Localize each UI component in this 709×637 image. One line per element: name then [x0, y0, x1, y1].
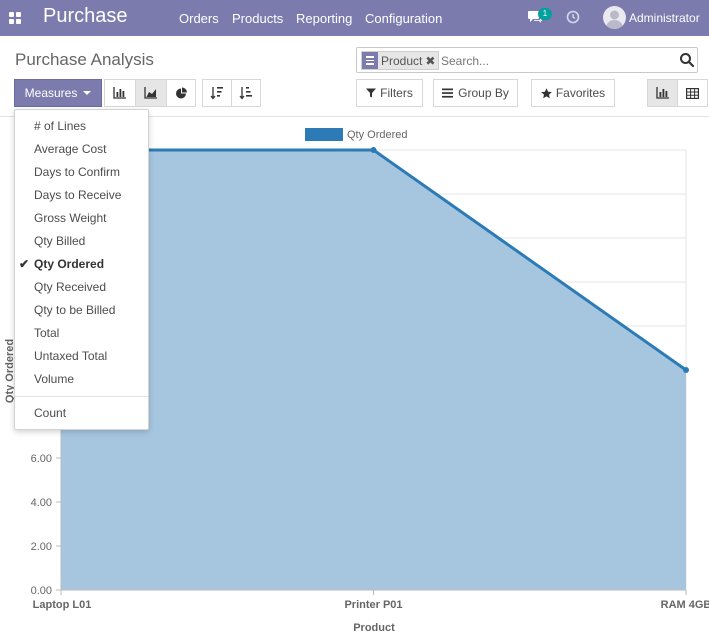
measure-item[interactable]: Qty Billed: [15, 230, 148, 252]
top-navbar: Purchase Orders Products Reporting Confi…: [0, 0, 709, 36]
pivot-view-button[interactable]: [677, 79, 708, 107]
search-bar[interactable]: Product ✖: [356, 47, 698, 73]
filters-label: Filters: [380, 86, 413, 100]
y-axis-ticks: 0.00 2.00 4.00 6.00: [31, 453, 61, 597]
filter-icon: [366, 88, 377, 98]
x-tick-label: RAM 4GB: [661, 599, 709, 611]
measure-item-label: Qty Received: [34, 280, 107, 294]
y-tick-label: 0.00: [31, 585, 52, 597]
area-chart-icon: [144, 87, 157, 99]
sort-ascending-button[interactable]: [231, 79, 261, 107]
measure-item-label: Untaxed Total: [34, 349, 108, 363]
measure-item[interactable]: Qty Received: [15, 276, 148, 298]
groupby-facet-icon: [362, 52, 378, 69]
star-icon: [541, 87, 552, 98]
caret-down-icon: [83, 91, 92, 95]
sort-descending-icon: [210, 87, 223, 100]
bar-chart-button[interactable]: [104, 79, 136, 107]
measure-item-label: Qty Billed: [34, 234, 86, 248]
measure-item[interactable]: Days to Receive: [15, 184, 148, 206]
table-icon: [686, 87, 699, 99]
legend-swatch[interactable]: [305, 128, 343, 141]
measures-button[interactable]: Measures: [14, 79, 102, 107]
measure-item-label: Days to Receive: [34, 188, 122, 202]
measure-item-label: Gross Weight: [34, 211, 107, 225]
measure-item[interactable]: Untaxed Total: [15, 345, 148, 367]
y-tick-label: 2.00: [31, 541, 52, 553]
measure-item-label: # of Lines: [34, 119, 87, 133]
search-input[interactable]: [441, 52, 671, 70]
measures-label: Measures: [24, 86, 78, 100]
menu-configuration[interactable]: Configuration: [365, 11, 442, 26]
pie-chart-icon: [175, 87, 187, 98]
clock-icon[interactable]: [566, 10, 580, 24]
app-brand: Purchase: [43, 5, 128, 27]
measure-item[interactable]: Gross Weight: [15, 207, 148, 229]
menu-orders[interactable]: Orders: [179, 11, 219, 26]
group-by-button[interactable]: Group By: [433, 79, 518, 107]
y-tick-label: 4.00: [31, 497, 52, 509]
measures-dropdown-menu: Count # of Lines Average Cost Days to Conf…: [14, 109, 149, 430]
facet-value: Product: [381, 53, 423, 68]
sort-descending-button[interactable]: [202, 79, 232, 107]
page-title: Purchase Analysis: [15, 50, 154, 69]
facet-remove-icon[interactable]: ✖: [425, 54, 438, 68]
legend-label[interactable]: Qty Ordered: [347, 129, 408, 141]
group-by-label: Group By: [458, 86, 509, 100]
data-point: [683, 367, 689, 373]
measure-item-count[interactable]: Count: [15, 402, 148, 424]
chat-counter-badge: 1: [538, 8, 552, 20]
measure-item-label: Days to Confirm: [34, 165, 121, 179]
graph-view-icon: [655, 87, 669, 99]
pie-chart-button[interactable]: [166, 79, 196, 107]
y-tick-label: 6.00: [31, 453, 52, 465]
x-tick-label: Laptop L01: [33, 599, 92, 611]
measure-item[interactable]: ✔ Qty Ordered: [15, 253, 148, 275]
menu-products[interactable]: Products: [232, 11, 283, 26]
measure-item[interactable]: Days to Confirm: [15, 161, 148, 183]
measure-item-label: Total: [34, 326, 60, 340]
filters-button[interactable]: Filters: [356, 79, 423, 107]
measure-item-label: Qty Ordered: [34, 257, 105, 271]
measure-item-label: Average Cost: [34, 142, 107, 156]
data-point: [370, 147, 377, 153]
x-axis-ticks: Laptop L01 Printer P01 RAM 4GB: [33, 590, 709, 611]
user-avatar[interactable]: [603, 6, 626, 29]
graph-view-button[interactable]: [647, 79, 678, 107]
sort-ascending-icon: [239, 87, 252, 100]
favorites-label: Favorites: [555, 86, 606, 100]
search-icon[interactable]: [679, 52, 695, 68]
search-facet: Product ✖: [361, 51, 440, 70]
check-icon: ✔: [19, 257, 30, 271]
menu-reporting[interactable]: Reporting: [296, 11, 352, 26]
measure-item-label: Qty to be Billed: [34, 303, 116, 317]
favorites-button[interactable]: Favorites: [531, 79, 615, 107]
measure-item-label: Volume: [34, 372, 75, 386]
line-chart-button[interactable]: [135, 79, 167, 107]
apps-grid-icon[interactable]: [9, 12, 21, 24]
x-axis-label: Product: [353, 622, 395, 634]
measure-item[interactable]: Average Cost: [15, 138, 148, 160]
measure-item[interactable]: Qty to be Billed: [15, 299, 148, 321]
series-area-fill: [61, 150, 686, 590]
measure-item[interactable]: Volume: [15, 368, 148, 390]
list-icon: [442, 88, 454, 98]
bar-chart-icon: [113, 87, 126, 99]
user-name[interactable]: Administrator: [629, 11, 700, 25]
x-tick-label: Printer P01: [344, 599, 402, 611]
user-silhouette-icon: [606, 10, 623, 29]
measure-item[interactable]: # of Lines: [15, 115, 148, 137]
menu-divider: [15, 396, 148, 397]
measure-item[interactable]: Total: [15, 322, 148, 344]
